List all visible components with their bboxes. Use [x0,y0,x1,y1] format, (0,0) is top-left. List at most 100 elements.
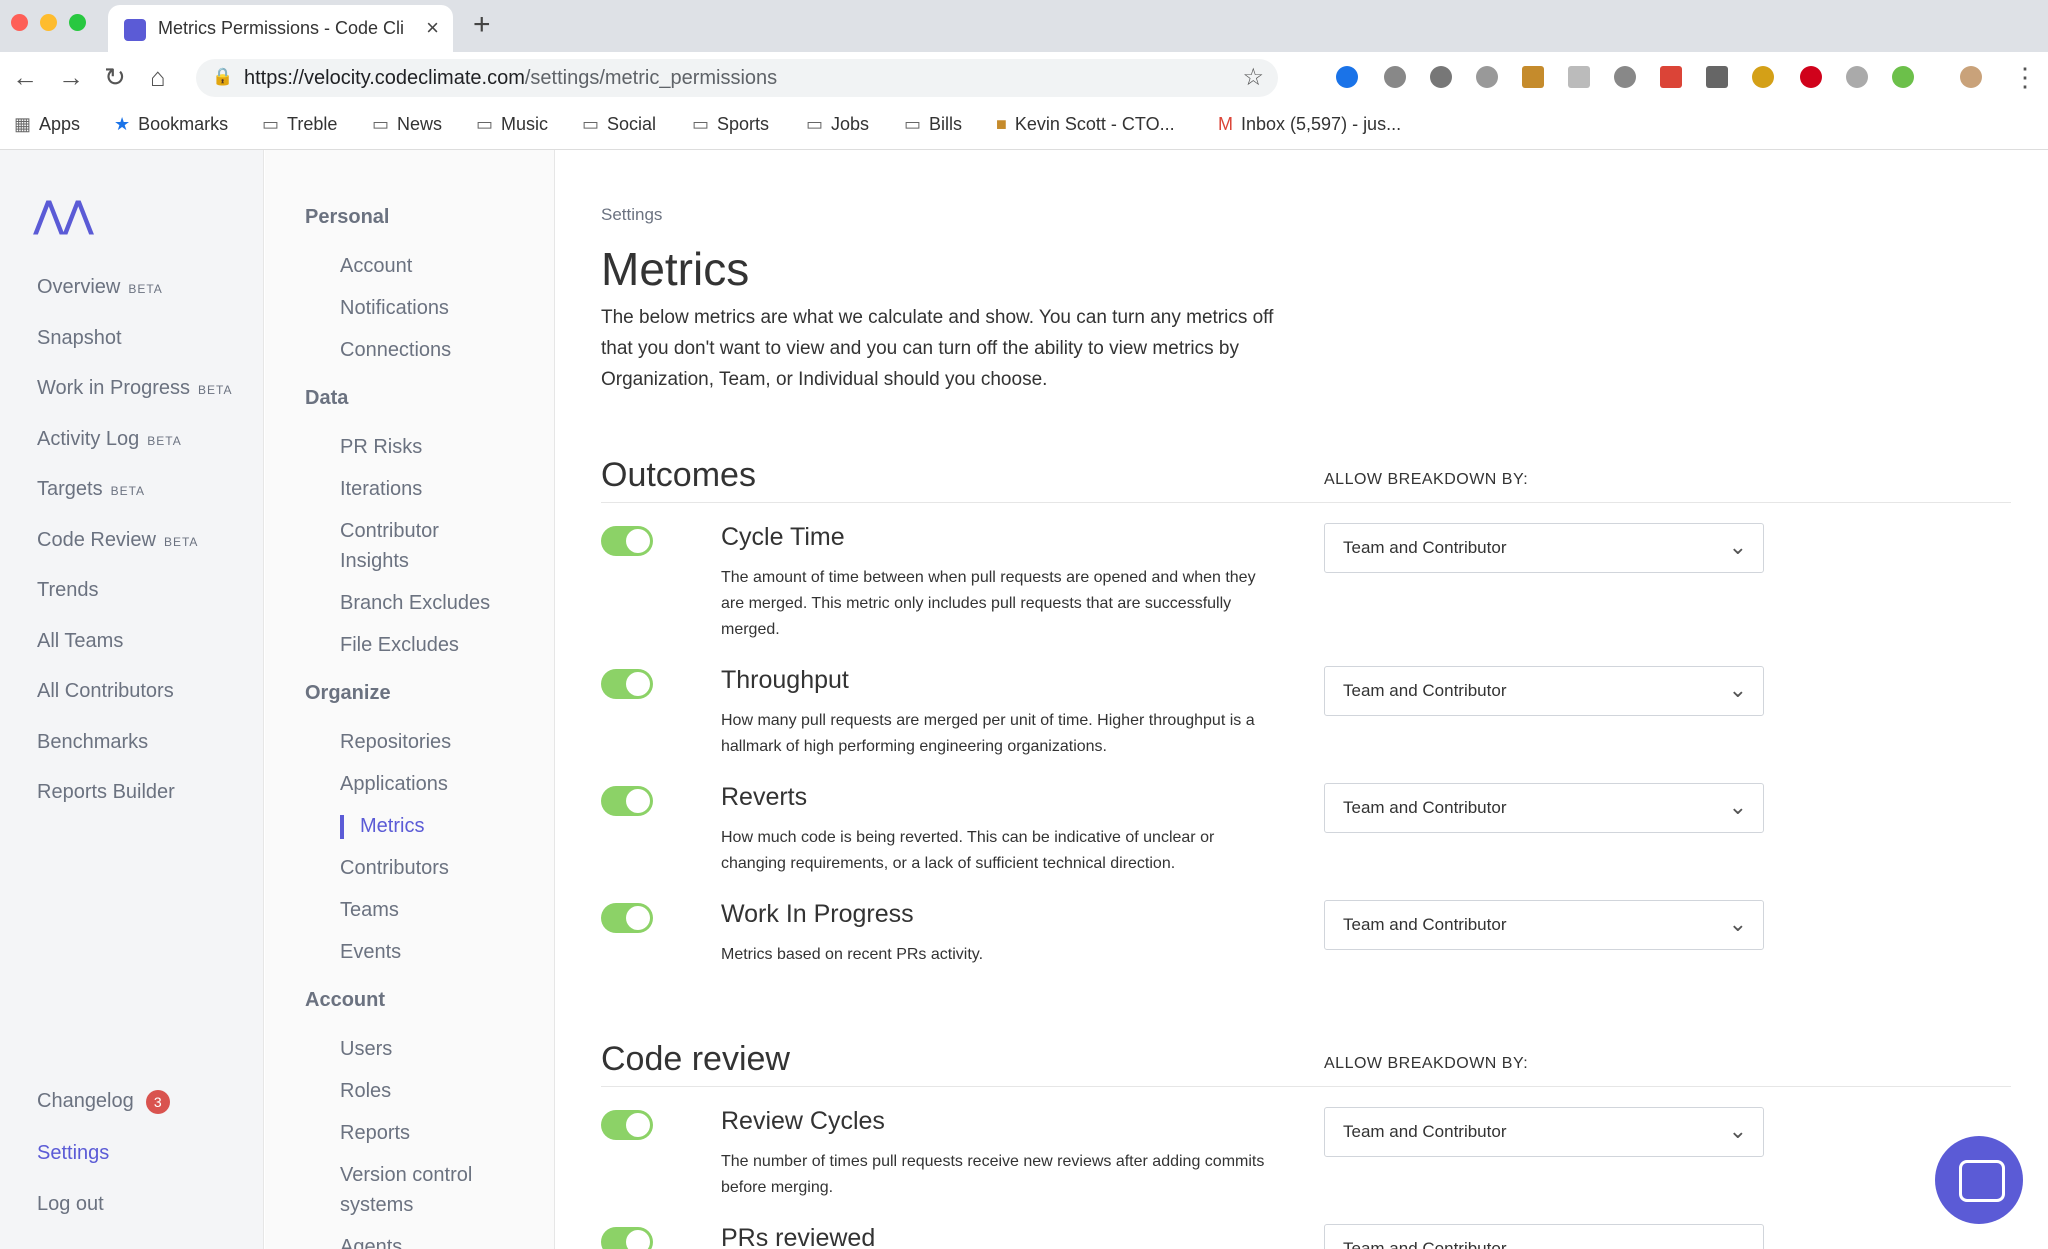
cast-icon[interactable] [1706,66,1728,88]
settings-item-users[interactable]: Users [340,1034,530,1064]
nav-overview[interactable]: Overview BETA [37,276,163,299]
bookmark-kevin-scott[interactable]: ■ Kevin Scott - CTO... [996,114,1175,135]
nav-logout[interactable]: Log out [37,1193,104,1216]
breakdown-select-throughput[interactable]: Team and Contributor ⌄ [1324,666,1764,716]
metric-name: Work In Progress [721,900,914,928]
nav-snapshot[interactable]: Snapshot [37,327,122,350]
select-value: Team and Contributor [1343,798,1507,817]
window-minimize-button[interactable] [40,14,57,31]
tab-close-icon[interactable]: × [426,15,439,41]
nav-trends[interactable]: Trends [37,579,99,602]
toggle-throughput[interactable] [601,669,653,699]
settings-item-applications[interactable]: Applications [340,769,530,799]
extension-chat-icon[interactable] [1430,66,1452,88]
breakdown-select-work-in-progress[interactable]: Team and Contributor ⌄ [1324,900,1764,950]
folder-icon: ▭ [692,114,710,134]
profile-avatar[interactable] [1960,66,1982,88]
window-close-button[interactable] [11,14,28,31]
settings-item-iterations[interactable]: Iterations [340,474,530,504]
settings-item-connections[interactable]: Connections [340,335,530,365]
settings-item-account[interactable]: Account [340,251,530,281]
settings-item-teams[interactable]: Teams [340,895,530,925]
breadcrumb[interactable]: Settings [601,205,662,225]
bookmark-jobs[interactable]: ▭ Jobs [806,114,869,135]
nav-changelog[interactable]: Changelog 3 [37,1090,170,1114]
breakdown-select-cycle-time[interactable]: Team and Contributor ⌄ [1324,523,1764,573]
forward-arrow-icon[interactable]: → [58,62,84,93]
nav-all-teams[interactable]: All Teams [37,630,123,653]
lock-icon: 🔒 [212,67,234,86]
settings-item-file-excludes[interactable]: File Excludes [340,630,530,660]
nav-benchmarks[interactable]: Benchmarks [37,731,148,754]
bookmark-news[interactable]: ▭ News [372,114,442,135]
settings-item-repositories[interactable]: Repositories [340,727,530,757]
settings-item-contributor-insights[interactable]: Contributor Insights [340,516,470,576]
new-tab-button[interactable]: + [473,8,491,42]
toggle-work-in-progress[interactable] [601,903,653,933]
toggle-review-cycles[interactable] [601,1110,653,1140]
extension-grammarly-icon[interactable] [1336,66,1358,88]
divider [601,1086,2011,1087]
extension-todoist-icon[interactable] [1660,66,1682,88]
metric-name: Reverts [721,783,808,811]
back-arrow-icon[interactable]: ← [12,62,38,93]
velocity-logo-icon[interactable]: ⋀⋀ [34,194,93,236]
toggle-prs-reviewed[interactable] [601,1227,653,1249]
nav-code-review[interactable]: Code Review BETA [37,529,198,552]
bookmark-inbox[interactable]: M Inbox (5,597) - jus... [1218,114,1401,135]
window-zoom-button[interactable] [69,14,86,31]
bookmark-apps[interactable]: ▦ Apps [14,114,80,135]
extension-box-icon[interactable] [1522,66,1544,88]
extension-css-icon[interactable] [1568,66,1590,88]
nav-reports-builder[interactable]: Reports Builder [37,781,175,804]
menu-kebab-icon[interactable]: ⋮ [2012,62,2038,93]
extension-a-icon[interactable] [1614,66,1636,88]
reload-icon[interactable]: ↻ [104,62,126,93]
bookmark-bookmarks[interactable]: ★ Bookmarks [114,114,228,135]
settings-item-agents[interactable]: Agents [340,1232,530,1249]
nav-settings[interactable]: Settings [37,1142,109,1165]
bookmark-music[interactable]: ▭ Music [476,114,548,135]
bookmark-sports[interactable]: ▭ Sports [692,114,769,135]
settings-item-reports[interactable]: Reports [340,1118,530,1148]
section-organize: Organize [305,682,391,704]
settings-item-pr-risks[interactable]: PR Risks [340,432,530,462]
settings-item-metrics[interactable]: Metrics [360,811,550,841]
section-title-outcomes: Outcomes [601,456,756,494]
folder-icon: ▭ [262,114,280,134]
breakdown-select-prs-reviewed[interactable]: Team and Contributor ⌄ [1324,1224,1764,1249]
nav-all-contributors[interactable]: All Contributors [37,680,174,703]
settings-item-contributors[interactable]: Contributors [340,853,530,883]
toggle-reverts[interactable] [601,786,653,816]
bookmark-social[interactable]: ▭ Social [582,114,656,135]
bookmark-treble[interactable]: ▭ Treble [262,114,337,135]
bookmark-star-icon[interactable]: ☆ [1242,63,1264,92]
settings-item-roles[interactable]: Roles [340,1076,530,1106]
nav-targets[interactable]: Targets BETA [37,478,145,501]
metric-description: The amount of time between when pull req… [721,569,1256,638]
chevron-down-icon: ⌄ [1728,534,1747,559]
extension-drive-icon[interactable] [1846,66,1868,88]
extension-adblock-icon[interactable] [1800,66,1822,88]
select-value: Team and Contributor [1343,538,1507,557]
settings-item-notifications[interactable]: Notifications [340,293,530,323]
chat-support-icon[interactable] [1935,1136,2023,1224]
toggle-cycle-time[interactable] [601,526,653,556]
home-icon[interactable]: ⌂ [150,62,166,93]
nav-work-in-progress[interactable]: Work in Progress BETA [37,377,232,400]
nav-activity-log[interactable]: Activity Log BETA [37,428,182,451]
browser-tab-active[interactable]: Metrics Permissions - Code Cli × [108,5,453,52]
extension-photo-icon[interactable] [1752,66,1774,88]
breakdown-select-review-cycles[interactable]: Team and Contributor ⌄ [1324,1107,1764,1157]
settings-item-branch-excludes[interactable]: Branch Excludes [340,588,530,618]
breakdown-select-reverts[interactable]: Team and Contributor ⌄ [1324,783,1764,833]
main-content: Settings Metrics The below metrics are w… [556,150,2048,1249]
settings-item-version-control-systems[interactable]: Version control systems [340,1160,500,1220]
extension-camera-icon[interactable] [1384,66,1406,88]
settings-item-events[interactable]: Events [340,937,530,967]
bookmark-bills[interactable]: ▭ Bills [904,114,962,135]
changelog-count-badge: 3 [145,1090,170,1114]
address-bar[interactable]: 🔒 https://velocity.codeclimate.com/setti… [196,59,1278,97]
extension-check-icon[interactable] [1892,66,1914,88]
extension-cloud-icon[interactable] [1476,66,1498,88]
